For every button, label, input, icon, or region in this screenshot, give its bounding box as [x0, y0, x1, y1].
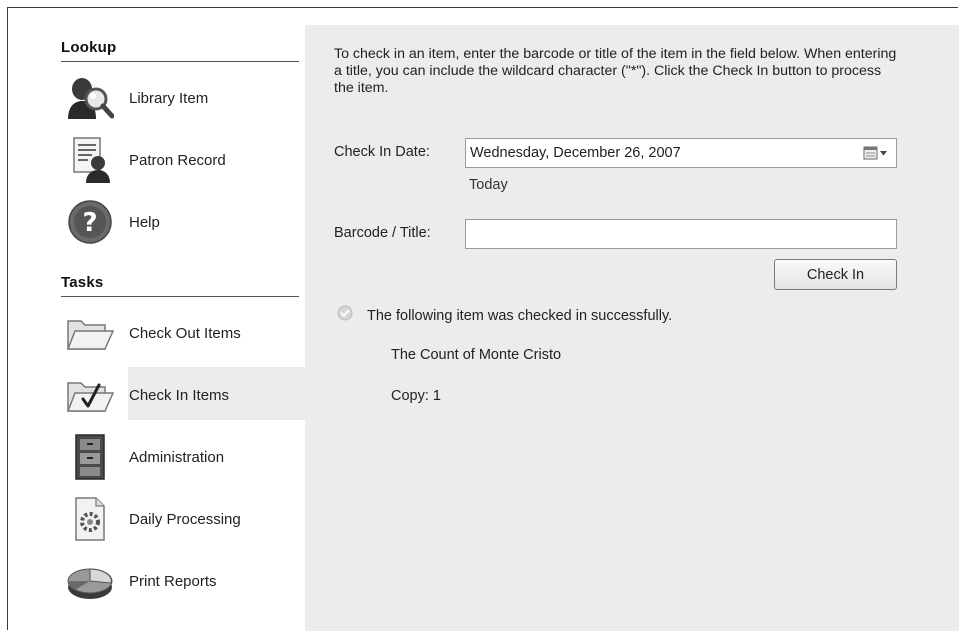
sidebar-item-label: Library Item	[129, 89, 209, 107]
sidebar-item-check-in-items[interactable]: Check In Items	[61, 365, 311, 425]
gear-document-icon	[61, 493, 119, 545]
barcode-title-label: Barcode / Title:	[334, 225, 431, 241]
file-cabinet-icon	[61, 431, 119, 483]
check-in-button[interactable]: Check In	[774, 259, 897, 290]
sidebar-item-label: Daily Processing	[129, 510, 241, 528]
svg-text:?: ?	[82, 208, 97, 238]
sidebar-item-patron-record[interactable]: Patron Record	[61, 130, 311, 190]
sidebar-item-library-item[interactable]: Library Item	[61, 68, 311, 128]
sidebar-item-administration[interactable]: Administration	[61, 427, 311, 487]
sidebar-item-label: Print Reports	[129, 572, 217, 590]
pie-chart-icon	[61, 555, 119, 607]
help-icon: ?	[61, 196, 119, 248]
sidebar-item-print-reports[interactable]: Print Reports	[61, 551, 311, 611]
sidebar-item-help[interactable]: ? Help	[61, 192, 311, 252]
library-item-search-icon	[61, 72, 119, 124]
sidebar: Lookup Library Item Patron Record ? Help…	[8, 8, 311, 630]
instructions-text: To check in an item, enter the barcode o…	[334, 46, 897, 96]
calendar-dropdown-icon[interactable]	[856, 139, 896, 167]
tasks-divider	[61, 296, 299, 297]
lookup-divider	[61, 61, 299, 62]
check-in-panel: To check in an item, enter the barcode o…	[305, 25, 959, 631]
status-message: The following item was checked in succes…	[337, 305, 672, 326]
app-frame: Lookup Library Item Patron Record ? Help…	[7, 7, 959, 631]
sidebar-item-label: Help	[129, 213, 160, 231]
sidebar-item-label: Check In Items	[129, 386, 230, 404]
sidebar-item-check-out-items[interactable]: Check Out Items	[61, 303, 311, 363]
checked-in-item-copy: Copy: 1	[391, 388, 441, 404]
folder-checkmark-icon	[61, 369, 119, 421]
sidebar-item-daily-processing[interactable]: Daily Processing	[61, 489, 311, 549]
open-folder-icon	[61, 307, 119, 359]
patron-record-icon	[61, 134, 119, 186]
barcode-title-input[interactable]	[465, 219, 897, 249]
check-in-date-value: Wednesday, December 26, 2007	[470, 145, 681, 161]
lookup-section-title: Lookup	[61, 39, 117, 56]
today-link[interactable]: Today	[469, 177, 508, 193]
sidebar-item-label: Check Out Items	[129, 324, 241, 342]
status-text: The following item was checked in succes…	[367, 307, 673, 324]
success-check-icon	[337, 305, 353, 326]
sidebar-item-label: Administration	[129, 448, 225, 466]
tasks-section-title: Tasks	[61, 274, 104, 291]
checked-in-item-title: The Count of Monte Cristo	[391, 347, 562, 363]
sidebar-item-label: Patron Record	[129, 151, 226, 169]
check-in-date-picker[interactable]: Wednesday, December 26, 2007	[465, 138, 897, 168]
check-in-date-label: Check In Date:	[334, 144, 430, 160]
